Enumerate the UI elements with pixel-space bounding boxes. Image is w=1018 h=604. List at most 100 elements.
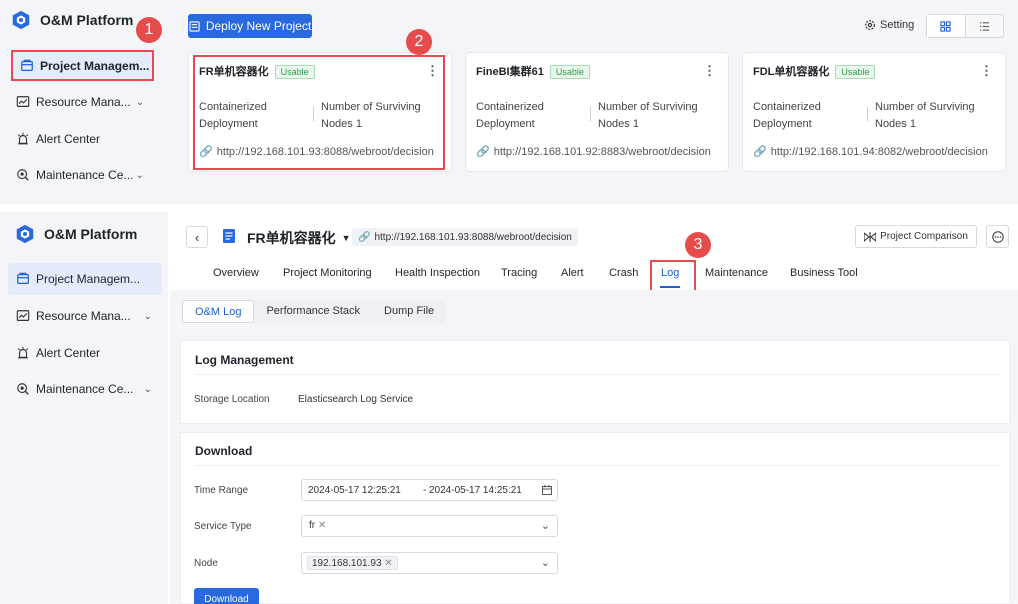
close-icon[interactable]: ✕ [318, 520, 326, 531]
status-badge: Usable [835, 65, 876, 80]
download-label: Download [204, 594, 249, 604]
time-range-picker[interactable]: 2024-05-17 12:25:21 - 2024-05-17 14:25:2… [301, 479, 558, 501]
deployment-mode: Containerized Deployment [476, 101, 544, 130]
project-comparison-button[interactable]: Project Comparison [855, 225, 977, 248]
close-icon[interactable]: ✕ [384, 558, 392, 569]
maintenance-icon [17, 169, 29, 181]
project-name: FineBI集群61 [476, 66, 544, 78]
card-title: FineBI集群61 Usable [476, 63, 590, 80]
sidebar-item-project-management[interactable]: Project Managem... [8, 263, 162, 295]
link-icon: 🔗 [476, 146, 490, 158]
project-selector[interactable]: FR单机容器化 ▼ [247, 228, 351, 248]
download-button[interactable]: Download [194, 588, 259, 604]
setting-button[interactable]: Setting [864, 19, 914, 31]
service-type-select[interactable]: fr ✕ ⌄ [301, 515, 558, 537]
surviving-nodes: Number of Surviving Nodes 1 [598, 101, 698, 130]
divider [590, 107, 591, 121]
compare-icon [864, 231, 877, 242]
alarm-icon [17, 132, 29, 145]
link-icon: 🔗 [753, 146, 767, 158]
brand: O&M Platform [10, 9, 133, 31]
chevron-down-icon: ⌄ [135, 169, 144, 181]
tab-health-inspection[interactable]: Health Inspection [395, 267, 480, 279]
sidebar-item-alert-center[interactable]: Alert Center [8, 337, 162, 369]
subtab-om-log[interactable]: O&M Log [182, 300, 255, 323]
sidebar-item-resource-management[interactable]: Resource Mana... ⌄ [8, 86, 154, 118]
project-icon [17, 272, 29, 284]
node-select[interactable]: 192.168.101.93 ✕ ⌄ [301, 552, 558, 574]
subtab-performance-stack[interactable]: Performance Stack [254, 300, 372, 323]
step-badge-1: 1 [136, 17, 162, 43]
surviving-nodes: Number of Surviving Nodes 1 [875, 101, 975, 130]
chevron-down-icon: ⌄ [143, 310, 152, 322]
chevron-down-icon: ⌄ [135, 96, 144, 108]
divider [195, 374, 1001, 375]
status-badge: Usable [549, 65, 590, 80]
storage-location-label: Storage Location [194, 394, 270, 405]
document-icon [223, 229, 235, 243]
sidebar-item-label: Maintenance Ce... [36, 168, 134, 182]
setting-label: Setting [880, 19, 915, 31]
more-button[interactable] [986, 225, 1009, 248]
log-subtabs: O&M Log Performance Stack Dump File [182, 300, 447, 323]
back-button[interactable]: ‹ [186, 226, 208, 248]
resource-chart-icon [16, 310, 30, 321]
project-card[interactable]: FineBI集群61 Usable ⋮ Containerized Deploym… [465, 52, 729, 172]
time-range-label: Time Range [194, 485, 249, 496]
highlight-box-1 [11, 50, 154, 81]
tab-alert[interactable]: Alert [561, 267, 584, 279]
time-separator: - [423, 485, 427, 496]
tab-project-monitoring[interactable]: Project Monitoring [283, 267, 372, 279]
list-view-button[interactable] [966, 15, 1004, 37]
deploy-icon [189, 20, 200, 32]
section-title: Log Management [195, 353, 294, 367]
project-title: FR单机容器化 [247, 230, 336, 246]
sidebar-item-alert-center[interactable]: Alert Center [8, 123, 154, 155]
project-name: FDL单机容器化 [753, 66, 830, 78]
brand-name: O&M Platform [44, 226, 138, 242]
sidebar-item-maintenance-center[interactable]: Maintenance Ce... ⌄ [8, 373, 162, 405]
time-end: 2024-05-17 14:25:21 [429, 485, 522, 496]
step-badge-2: 2 [406, 29, 432, 55]
tab-business-tool[interactable]: Business Tool [790, 267, 858, 279]
log-management-panel: Log Management [180, 340, 1010, 424]
grid-view-button[interactable] [927, 15, 966, 37]
node-label: Node [194, 558, 218, 569]
project-url-chip[interactable]: 🔗 http://192.168.101.93:8088/webroot/dec… [352, 228, 578, 246]
step-badge-3: 3 [685, 232, 711, 258]
tab-tracing[interactable]: Tracing [501, 267, 537, 279]
selected-tag: fr ✕ [307, 519, 328, 533]
sidebar-item-label: Project Managem... [36, 272, 141, 286]
calendar-icon [542, 485, 552, 495]
deployment-mode: Containerized Deployment [753, 101, 821, 130]
gear-icon [865, 20, 875, 30]
deploy-new-project-button[interactable]: Deploy New Project [188, 14, 312, 38]
service-type-label: Service Type [194, 521, 252, 532]
sidebar-item-label: Resource Mana... [36, 95, 131, 109]
chevron-down-icon: ⌄ [143, 383, 152, 395]
tag-label: 192.168.101.93 [312, 558, 382, 569]
more-vertical-icon[interactable]: ⋮ [703, 63, 716, 79]
alarm-icon [17, 346, 29, 359]
tab-crash[interactable]: Crash [609, 267, 638, 279]
url-text: http://192.168.101.94:8082/webroot/decis… [770, 145, 988, 158]
highlight-box-2 [193, 55, 445, 170]
more-vertical-icon[interactable]: ⋮ [980, 63, 993, 79]
subtab-dump-file[interactable]: Dump File [372, 300, 446, 323]
tab-overview[interactable]: Overview [213, 267, 259, 279]
url-text: http://192.168.101.92:8883/webroot/decis… [493, 145, 711, 158]
project-card[interactable]: FDL单机容器化 Usable ⋮ Containerized Deploymen… [742, 52, 1006, 172]
sidebar-bottom: O&M Platform Project Managem... Resource… [0, 212, 168, 604]
tag-label: fr [309, 520, 316, 531]
chevron-left-icon: ‹ [194, 229, 200, 245]
resource-chart-icon [16, 96, 30, 107]
sidebar-item-maintenance-center[interactable]: Maintenance Ce... ⌄ [8, 159, 154, 191]
caret-down-icon: ▼ [341, 233, 351, 243]
sidebar-item-label: Maintenance Ce... [36, 382, 134, 396]
grid-icon [940, 20, 951, 32]
tab-maintenance[interactable]: Maintenance [705, 267, 768, 279]
compare-label: Project Comparison [880, 231, 968, 242]
project-url[interactable]: 🔗 http://192.168.101.92:8883/webroot/deci… [476, 145, 711, 159]
sidebar-item-resource-management[interactable]: Resource Mana... ⌄ [8, 300, 162, 332]
project-url[interactable]: 🔗 http://192.168.101.94:8082/webroot/deci… [753, 145, 988, 159]
